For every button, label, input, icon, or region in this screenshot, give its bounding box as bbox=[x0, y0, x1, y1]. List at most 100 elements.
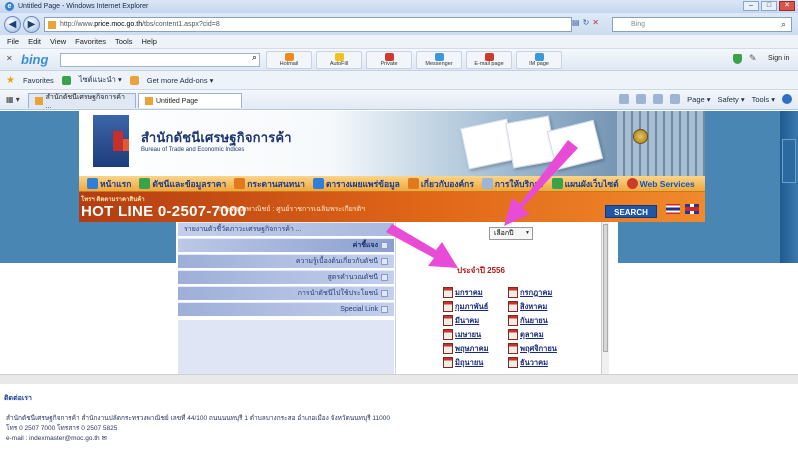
minimize-button[interactable]: – bbox=[743, 1, 759, 11]
footer-address: สำนักดัชนีเศรษฐกิจการค้า สำนักงานปลัดกระ… bbox=[6, 415, 390, 422]
globe-icon bbox=[626, 178, 638, 189]
menu-help[interactable]: Help bbox=[142, 37, 157, 46]
mail-icon[interactable] bbox=[653, 94, 664, 104]
tab-untitled[interactable]: Untitled Page bbox=[138, 93, 242, 108]
month-link[interactable]: พฤษภาคม bbox=[443, 342, 508, 355]
nav-publication[interactable]: ตารางเผยแพร่ข้อมูล bbox=[309, 176, 404, 192]
quick-tabs-icon[interactable]: ▦ ▾ bbox=[6, 95, 20, 104]
toolbar-close-icon[interactable]: ✕ bbox=[6, 54, 13, 63]
bing-toolbar-buttons: Hotmail AutoFill Private Messenger E-mai… bbox=[266, 51, 562, 69]
suggested-sites-link[interactable]: ไซต์แนะนำ ▾ bbox=[79, 74, 122, 86]
safety-menu[interactable]: Safety ▾ bbox=[718, 95, 745, 104]
wrench-icon[interactable]: ✎ bbox=[749, 53, 757, 64]
tab-favicon-icon bbox=[35, 97, 43, 105]
search-icon[interactable]: ⌕ bbox=[781, 19, 786, 30]
address-url[interactable]: http://www.price.moc.go.th/tbs/content1.… bbox=[60, 21, 220, 28]
email-page-button[interactable]: E-mail page bbox=[466, 51, 512, 69]
hotmail-button[interactable]: Hotmail bbox=[266, 51, 312, 69]
nav-home[interactable]: หน้าแรก bbox=[83, 176, 135, 192]
bing-search-input[interactable]: Bing ⌕ bbox=[612, 17, 792, 32]
shield-icon[interactable] bbox=[733, 54, 742, 64]
nav-services[interactable]: การให้บริการ bbox=[478, 176, 548, 192]
menu-tools[interactable]: Tools bbox=[115, 37, 133, 46]
forward-icon[interactable]: ▶ bbox=[23, 16, 40, 33]
month-link[interactable]: ตุลาคม bbox=[508, 328, 578, 341]
search-placeholder: Bing bbox=[631, 21, 646, 28]
left-menu-item-report[interactable]: รายงานตัวชี้วัดภาวะเศรษฐกิจการค้า ... bbox=[178, 222, 394, 236]
month-link[interactable]: มีนาคม bbox=[443, 314, 508, 327]
bing-toolbar-search-icon[interactable]: ⌕ bbox=[252, 52, 257, 63]
month-link[interactable]: มิถุนายน bbox=[443, 356, 508, 369]
get-addons-link[interactable]: Get more Add-ons ▾ bbox=[147, 76, 214, 85]
home-icon[interactable] bbox=[619, 94, 630, 104]
nav-about[interactable]: เกี่ยวกับองค์กร bbox=[404, 176, 478, 192]
left-menu-item-explanation[interactable]: ค่าชี้แจง bbox=[178, 238, 394, 252]
menu-file[interactable]: File bbox=[7, 37, 19, 46]
favorites-bar: ★ Favorites ไซต์แนะนำ ▾ Get more Add-ons… bbox=[0, 71, 798, 90]
frame-scrollbar[interactable] bbox=[601, 222, 609, 374]
print-icon[interactable] bbox=[670, 94, 681, 104]
maximize-button[interactable]: □ bbox=[761, 1, 777, 11]
scrollbar-thumb[interactable] bbox=[782, 139, 796, 183]
feeds-icon[interactable] bbox=[636, 94, 647, 104]
left-menu-item-special-link[interactable]: Special Link bbox=[178, 302, 394, 316]
sign-in-link[interactable]: Sign in bbox=[768, 55, 789, 62]
page-vertical-scrollbar[interactable] bbox=[780, 111, 798, 263]
pdf-icon bbox=[508, 301, 518, 312]
nav-price-index[interactable]: ดัชนีและข้อมูลราคา bbox=[135, 176, 230, 192]
month-link[interactable]: กันยายน bbox=[508, 314, 578, 327]
menu-edit[interactable]: Edit bbox=[28, 37, 41, 46]
month-link[interactable]: กรกฎาคม bbox=[508, 286, 578, 299]
thai-flag-icon[interactable] bbox=[666, 204, 680, 214]
frame-divider bbox=[395, 222, 403, 374]
favorites-button[interactable]: Favorites bbox=[23, 76, 54, 85]
autofill-icon bbox=[334, 53, 344, 61]
compat-view-icon[interactable]: ▤ bbox=[572, 18, 580, 27]
nav-web-services[interactable]: Web Services bbox=[623, 176, 699, 192]
month-link[interactable]: มกราคม bbox=[443, 286, 508, 299]
bing-toolbar-search-input[interactable] bbox=[60, 53, 260, 67]
address-row: ◀ ▶ http://www.price.moc.go.th/tbs/conte… bbox=[0, 13, 798, 35]
help-icon[interactable] bbox=[782, 94, 792, 104]
site-logo-accent-small bbox=[123, 139, 129, 151]
month-link[interactable]: สิงหาคม bbox=[508, 300, 578, 313]
stop-icon[interactable]: ✕ bbox=[592, 18, 599, 27]
footer-phone: โทร 0 2507 7000 โทรสาร 0 2507 5825 bbox=[6, 425, 118, 432]
messenger-button[interactable]: Messenger bbox=[416, 51, 462, 69]
email-page-icon bbox=[484, 53, 494, 61]
window-title: Untitled Page - Windows Internet Explore… bbox=[18, 3, 149, 10]
favorites-star-icon[interactable]: ★ bbox=[6, 75, 15, 86]
year-select[interactable]: เลือกปี bbox=[489, 227, 533, 240]
page-menu[interactable]: Page ▾ bbox=[687, 95, 710, 104]
tools-menu[interactable]: Tools ▾ bbox=[752, 95, 775, 104]
site-search-button[interactable]: SEARCH bbox=[605, 205, 657, 218]
tab-moc[interactable]: สำนักดัชนีเศรษฐกิจการค้า ... bbox=[28, 93, 136, 110]
autofill-button[interactable]: AutoFill bbox=[316, 51, 362, 69]
private-button[interactable]: Private bbox=[366, 51, 412, 69]
left-menu-item-usage[interactable]: การนำดัชนีไปใช้ประโยชน์ bbox=[178, 286, 394, 300]
im-page-button[interactable]: IM page bbox=[516, 51, 562, 69]
command-bar: Page ▾ Safety ▾ Tools ▾ bbox=[619, 94, 792, 104]
refresh-icon[interactable]: ↻ bbox=[583, 18, 590, 27]
page-horizontal-scrollbar[interactable] bbox=[0, 374, 798, 384]
left-menu-item-basics[interactable]: ความรู้เบื้องต้นเกี่ยวกับดัชนี bbox=[178, 254, 394, 268]
footer-email[interactable]: e-mail : indexmaster@moc.go.th ✉ bbox=[6, 434, 784, 444]
private-icon bbox=[384, 53, 394, 61]
close-button[interactable]: ✕ bbox=[779, 1, 795, 11]
address-bar[interactable]: http://www.price.moc.go.th/tbs/content1.… bbox=[44, 17, 572, 32]
month-link[interactable]: กุมภาพันธ์ bbox=[443, 300, 508, 313]
back-icon[interactable]: ◀ bbox=[4, 16, 21, 33]
month-link[interactable]: ธันวาคม bbox=[508, 356, 578, 369]
nav-sitemap[interactable]: แผนผังเว็บไซต์ bbox=[548, 176, 623, 192]
menu-view[interactable]: View bbox=[50, 37, 66, 46]
left-menu-item-formula[interactable]: สูตรคำนวณดัชนี bbox=[178, 270, 394, 284]
month-link[interactable]: พฤศจิกายน bbox=[508, 342, 578, 355]
english-flag-icon[interactable] bbox=[685, 204, 699, 214]
pdf-icon bbox=[508, 329, 518, 340]
nav-forum[interactable]: กระดานสนทนา bbox=[230, 176, 309, 192]
pdf-icon bbox=[443, 329, 453, 340]
frame-scrollbar-thumb[interactable] bbox=[603, 224, 608, 352]
tab-favicon-icon bbox=[145, 97, 153, 105]
menu-favorites[interactable]: Favorites bbox=[75, 37, 106, 46]
month-link[interactable]: เมษายน bbox=[443, 328, 508, 341]
